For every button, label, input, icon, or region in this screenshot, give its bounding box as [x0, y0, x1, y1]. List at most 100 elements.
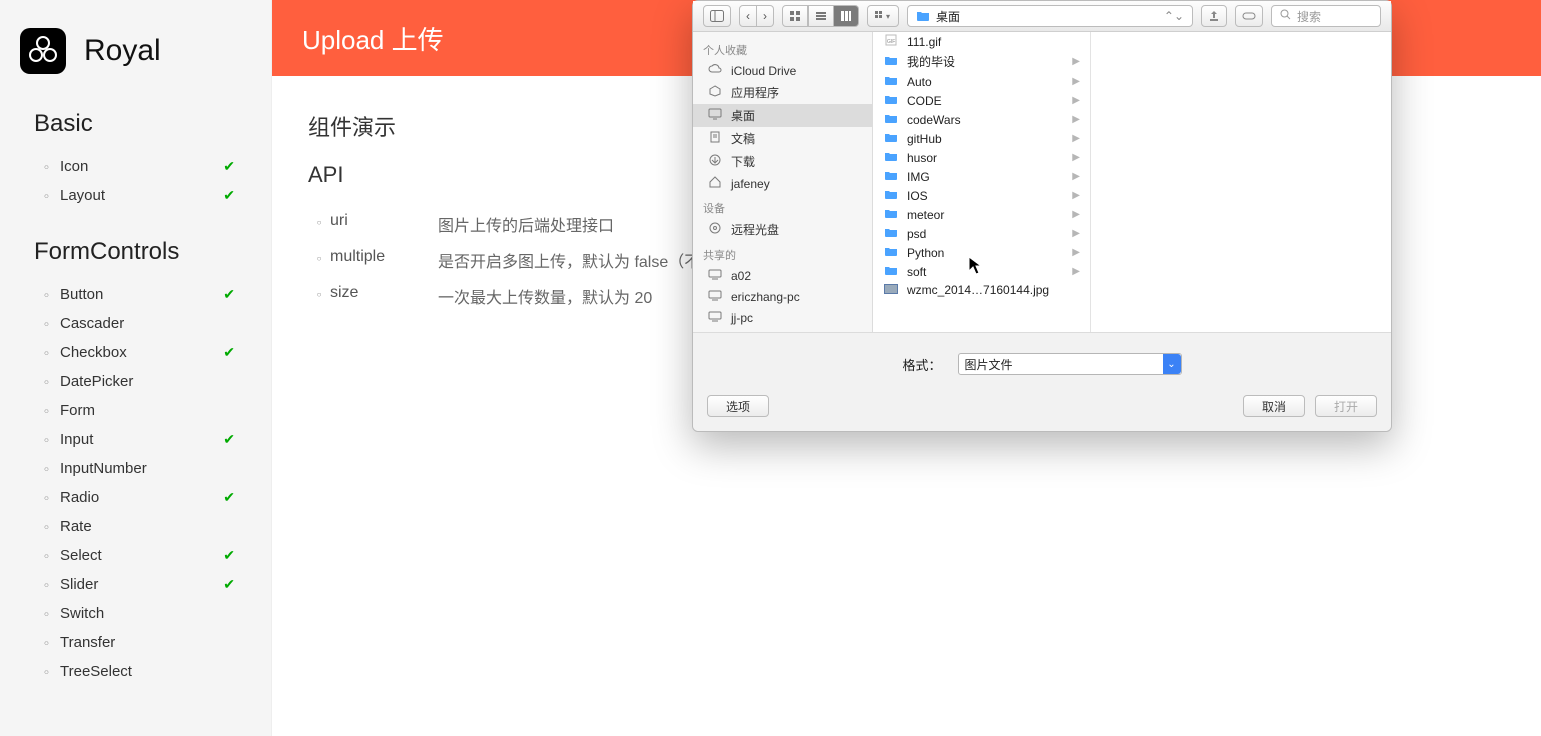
chevron-right-icon: ▶: [1072, 228, 1080, 239]
folder-icon: [883, 74, 899, 89]
view-icons-button[interactable]: [782, 5, 808, 27]
search-icon: [1280, 9, 1291, 23]
sidebar-item[interactable]: 应用程序: [693, 81, 872, 104]
sidebar-item-label: 桌面: [731, 107, 755, 124]
nav-item-select[interactable]: Select✔: [0, 541, 271, 570]
sidebar-item-label: 文稿: [731, 130, 755, 147]
back-button[interactable]: ‹: [739, 5, 757, 27]
tags-button[interactable]: [1235, 5, 1263, 27]
share-button[interactable]: [1201, 5, 1227, 27]
nav-item-label: Form: [60, 402, 95, 419]
nav-item-form[interactable]: Form: [0, 396, 271, 425]
chevron-right-icon: ▶: [1072, 56, 1080, 67]
file-name: IOS: [907, 189, 928, 203]
file-row[interactable]: 我的毕设▶: [873, 51, 1090, 72]
sidebar-section-favorites: 个人收藏: [693, 36, 872, 60]
sidebar-item[interactable]: iCloud Drive: [693, 60, 872, 81]
check-icon: ✔: [223, 547, 235, 564]
file-name: Auto: [907, 75, 932, 89]
nav-item-datepicker[interactable]: DatePicker: [0, 367, 271, 396]
file-row[interactable]: Python▶: [873, 243, 1090, 262]
file-row[interactable]: IMG▶: [873, 167, 1090, 186]
sidebar-item[interactable]: 下载: [693, 150, 872, 173]
nav-item-slider[interactable]: Slider✔: [0, 570, 271, 599]
forward-button[interactable]: ›: [757, 5, 774, 27]
cancel-button[interactable]: 取消: [1243, 395, 1305, 417]
api-desc: 一次最大上传数量，默认为 20: [438, 284, 652, 308]
nav-item-switch[interactable]: Switch: [0, 599, 271, 628]
format-select[interactable]: 图片文件 ⌄: [958, 353, 1182, 375]
view-columns-button[interactable]: [834, 5, 859, 27]
nav-item-label: Switch: [60, 605, 104, 622]
nav-item-label: Layout: [60, 187, 105, 204]
nav-item-checkbox[interactable]: Checkbox✔: [0, 338, 271, 367]
chevron-right-icon: ▶: [1072, 209, 1080, 220]
file-row[interactable]: gitHub▶: [873, 129, 1090, 148]
file-name: CODE: [907, 94, 942, 108]
open-button[interactable]: 打开: [1315, 395, 1377, 417]
sidebar-toggle-button[interactable]: [703, 5, 731, 27]
file-row[interactable]: wzmc_2014…7160144.jpg: [873, 281, 1090, 299]
nav-item-treeselect[interactable]: TreeSelect: [0, 657, 271, 686]
sidebar-item[interactable]: 桌面: [693, 104, 872, 127]
options-button[interactable]: 选项: [707, 395, 769, 417]
file-row[interactable]: soft▶: [873, 262, 1090, 281]
file-row[interactable]: IOS▶: [873, 186, 1090, 205]
sidebar-item-label: 下载: [731, 153, 755, 170]
file-row[interactable]: GIF111.gif: [873, 32, 1090, 51]
sidebar-item[interactable]: 远程光盘: [693, 218, 872, 241]
search-placeholder: 搜索: [1297, 8, 1321, 25]
file-row[interactable]: CODE▶: [873, 91, 1090, 110]
file-list: GIF111.gif我的毕设▶Auto▶CODE▶codeWars▶gitHub…: [873, 32, 1091, 332]
nav-item-icon[interactable]: Icon✔: [0, 152, 271, 181]
sidebar-item[interactable]: jj-pc: [693, 307, 872, 328]
nav-item-label: Slider: [60, 576, 98, 593]
pc-icon: [707, 289, 723, 304]
folder-icon: [883, 150, 899, 165]
format-label: 格式：: [902, 355, 941, 374]
api-name: size: [330, 284, 438, 302]
sidebar-item[interactable]: ericzhang-pc: [693, 286, 872, 307]
nav-item-layout[interactable]: Layout✔: [0, 181, 271, 210]
nav-item-button[interactable]: Button✔: [0, 280, 271, 309]
folder-icon: [883, 54, 899, 69]
folder-icon: [883, 93, 899, 108]
nav-item-input[interactable]: Input✔: [0, 425, 271, 454]
file-row[interactable]: meteor▶: [873, 205, 1090, 224]
sidebar-item[interactable]: 文稿: [693, 127, 872, 150]
pc-icon: [707, 268, 723, 283]
arrange-button[interactable]: ▾: [867, 5, 899, 27]
nav-item-radio[interactable]: Radio✔: [0, 483, 271, 512]
file-row[interactable]: codeWars▶: [873, 110, 1090, 129]
path-label: 桌面: [936, 8, 960, 25]
folder-icon: [916, 9, 930, 24]
desktop-icon: [707, 108, 723, 123]
file-name: psd: [907, 227, 926, 241]
sidebar-item[interactable]: a02: [693, 265, 872, 286]
nav-item-label: Button: [60, 286, 103, 303]
chevron-right-icon: ▶: [1072, 114, 1080, 125]
file-row[interactable]: psd ▶: [873, 224, 1090, 243]
nav-item-cascader[interactable]: Cascader: [0, 309, 271, 338]
image-file-icon: GIF: [883, 34, 899, 49]
chevron-right-icon: ▶: [1072, 152, 1080, 163]
crown-icon: [27, 35, 59, 67]
nav-item-rate[interactable]: Rate: [0, 512, 271, 541]
chevron-right-icon: ▶: [1072, 266, 1080, 277]
view-list-button[interactable]: [808, 5, 834, 27]
view-mode-segment: [782, 5, 859, 27]
file-name: Python: [907, 246, 944, 260]
nav-item-label: Transfer: [60, 634, 115, 651]
format-value: 图片文件: [965, 356, 1013, 373]
path-popup[interactable]: 桌面 ⌃⌄: [907, 5, 1193, 27]
search-input[interactable]: 搜索: [1271, 5, 1381, 27]
pc-icon: [707, 310, 723, 325]
file-row[interactable]: husor▶: [873, 148, 1090, 167]
nav-group-title: Basic: [0, 100, 271, 146]
nav-item-inputnumber[interactable]: InputNumber: [0, 454, 271, 483]
sidebar-item[interactable]: jafeney: [693, 173, 872, 194]
nav-item-transfer[interactable]: Transfer: [0, 628, 271, 657]
main-content: Upload 上传 组件演示 处 API ○uri图片上传的后端处理接口○mul…: [272, 0, 1541, 736]
file-row[interactable]: Auto▶: [873, 72, 1090, 91]
dialog-footer: 选项 取消 打开: [693, 387, 1391, 431]
